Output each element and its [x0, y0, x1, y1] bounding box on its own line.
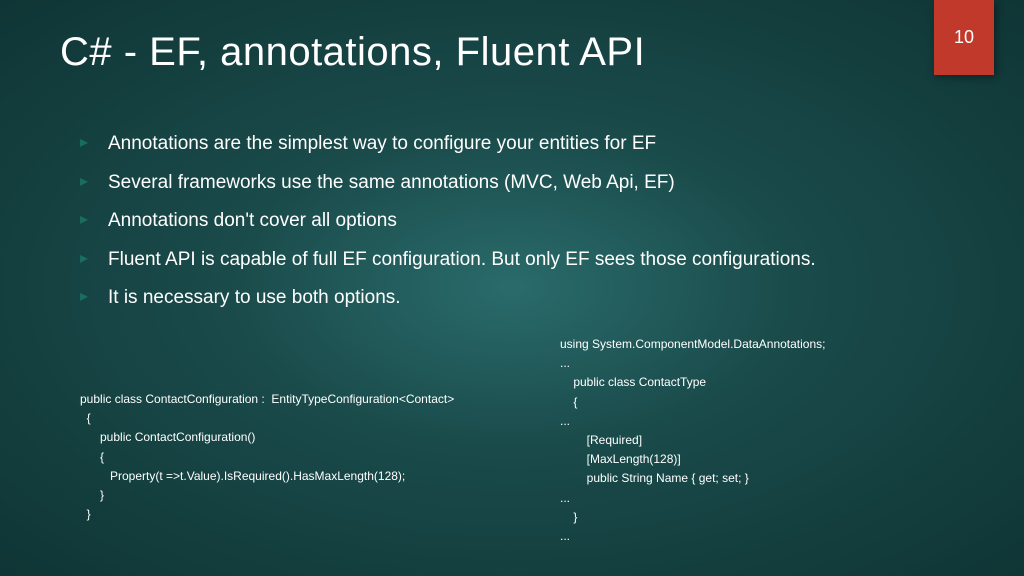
- bullet-item: It is necessary to use both options.: [80, 284, 930, 313]
- slide-number: 10: [954, 27, 974, 48]
- code-snippet-fluent-api: public class ContactConfiguration : Enti…: [80, 390, 454, 524]
- slide-title: C# - EF, annotations, Fluent API: [60, 30, 645, 75]
- bullet-list: Annotations are the simplest way to conf…: [80, 130, 930, 323]
- bullet-item: Annotations don't cover all options: [80, 207, 930, 236]
- bullet-item: Fluent API is capable of full EF configu…: [80, 246, 930, 275]
- bullet-item: Annotations are the simplest way to conf…: [80, 130, 930, 159]
- code-snippet-annotations: using System.ComponentModel.DataAnnotati…: [560, 335, 825, 546]
- bullet-item: Several frameworks use the same annotati…: [80, 169, 930, 198]
- slide-number-badge: 10: [934, 0, 994, 75]
